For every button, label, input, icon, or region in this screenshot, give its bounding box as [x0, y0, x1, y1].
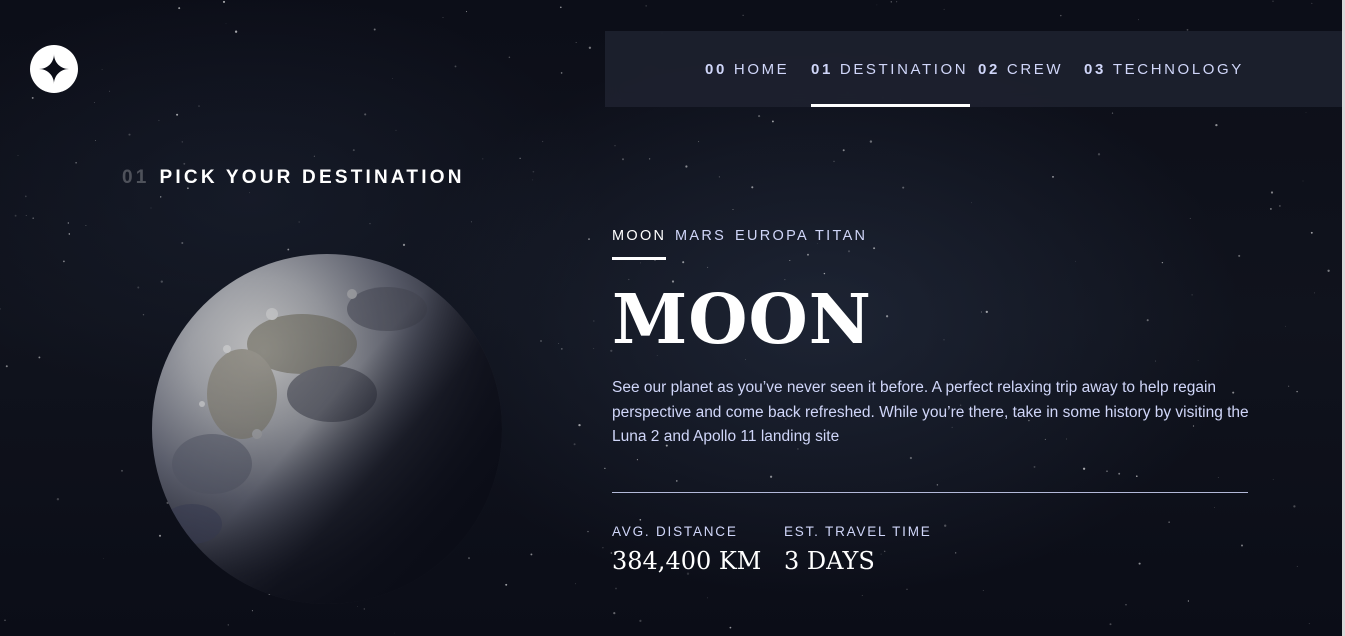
destination-description: See our planet as you’ve never seen it b…	[612, 379, 1249, 445]
page-heading-text: PICK YOUR DESTINATION	[159, 167, 465, 188]
moon-image	[152, 254, 502, 604]
stat-travel-value: 3 DAYS	[784, 547, 875, 575]
star-icon	[39, 54, 69, 84]
nav-item-number: 02	[978, 60, 1000, 78]
stat-travel-time: EST. TRAVEL TIME 3 DAYS	[784, 524, 932, 575]
nav-item-number: 01	[811, 60, 833, 78]
nav-item-crew[interactable]: 02 CREW	[978, 31, 1063, 107]
nav-item-label: HOME	[733, 60, 790, 78]
stat-distance-label: AVG. DISTANCE	[612, 524, 738, 539]
nav-item-label: CREW	[1006, 60, 1064, 78]
divider	[612, 492, 1248, 493]
page-heading: 01 PICK YOUR DESTINATION	[122, 167, 465, 189]
tab-europa[interactable]: EUROPA	[735, 228, 809, 260]
nav-item-number: 00	[705, 60, 727, 78]
stat-travel-label: EST. TRAVEL TIME	[784, 524, 932, 539]
nav-item-technology[interactable]: 03 TECHNOLOGY	[1084, 31, 1244, 107]
destination-name: MOON	[612, 280, 872, 360]
logo[interactable]	[30, 45, 78, 93]
tab-mars[interactable]: MARS	[675, 228, 726, 260]
nav-item-destination[interactable]: 01 DESTINATION	[811, 31, 971, 107]
page-heading-number: 01	[122, 167, 150, 188]
nav-item-number: 03	[1084, 60, 1106, 78]
main-nav: 00 HOME 01 DESTINATION 02 CREW 03 TECHNO…	[605, 31, 1342, 107]
nav-item-label: TECHNOLOGY	[1112, 60, 1244, 78]
nav-item-home[interactable]: 00 HOME	[705, 31, 789, 107]
nav-item-label: DESTINATION	[839, 60, 969, 78]
stat-distance: AVG. DISTANCE 384,400 KM	[612, 524, 761, 575]
stat-distance-value: 384,400 KM	[612, 547, 762, 575]
tab-titan[interactable]: TITAN	[815, 228, 867, 260]
tab-moon[interactable]: MOON	[612, 228, 667, 260]
